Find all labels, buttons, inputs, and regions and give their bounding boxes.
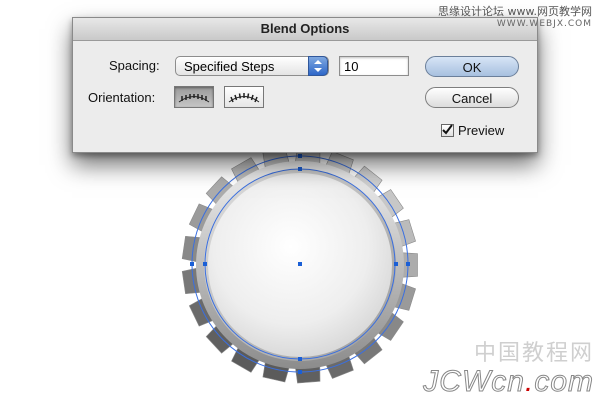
watermark-latin-tld: com [534, 365, 594, 398]
checkmark-icon [442, 124, 453, 135]
watermark-bottom: 中国教程网 JCWcn.com [423, 341, 594, 399]
anchor-point[interactable] [190, 262, 194, 266]
dropdown-arrows-icon [308, 56, 328, 76]
anchor-point[interactable] [298, 357, 302, 361]
spacing-dropdown-value: Specified Steps [184, 59, 275, 74]
watermark-dot: . [524, 365, 535, 398]
spacing-dropdown[interactable]: Specified Steps [175, 56, 329, 76]
ok-button[interactable]: OK [425, 56, 519, 77]
preview-checkbox[interactable] [441, 124, 454, 137]
align-to-page-icon [178, 94, 210, 103]
anchor-point[interactable] [394, 262, 398, 266]
watermark-chinese: 中国教程网 [473, 341, 594, 366]
align-to-page-button[interactable] [174, 86, 214, 108]
cancel-button[interactable]: Cancel [425, 87, 519, 108]
orientation-label: Orientation: [88, 90, 156, 105]
anchor-point[interactable] [298, 167, 302, 171]
anchor-point[interactable] [203, 262, 207, 266]
watermark-top: 思缘设计论坛 www.网页教学网 WWW.WEBJX.COM [438, 6, 592, 30]
watermark-top-line2: WWW.WEBJX.COM [496, 19, 592, 29]
align-to-path-icon [228, 93, 260, 103]
watermark-latin-name: JCWcn [423, 365, 525, 398]
watermark-top-line1: 思缘设计论坛 www.网页教学网 [438, 5, 592, 18]
align-to-path-button[interactable] [224, 86, 264, 108]
steps-input[interactable]: 10 [339, 56, 409, 76]
spacing-label: Spacing: [109, 58, 160, 73]
center-point[interactable] [298, 262, 302, 266]
anchor-point[interactable] [298, 154, 302, 158]
watermark-latin: JCWcn.com [423, 365, 594, 398]
anchor-point[interactable] [298, 370, 302, 374]
blend-options-dialog: Blend Options Spacing: Specified Steps 1… [72, 17, 538, 153]
preview-label: Preview [458, 123, 505, 138]
anchor-point[interactable] [406, 262, 410, 266]
